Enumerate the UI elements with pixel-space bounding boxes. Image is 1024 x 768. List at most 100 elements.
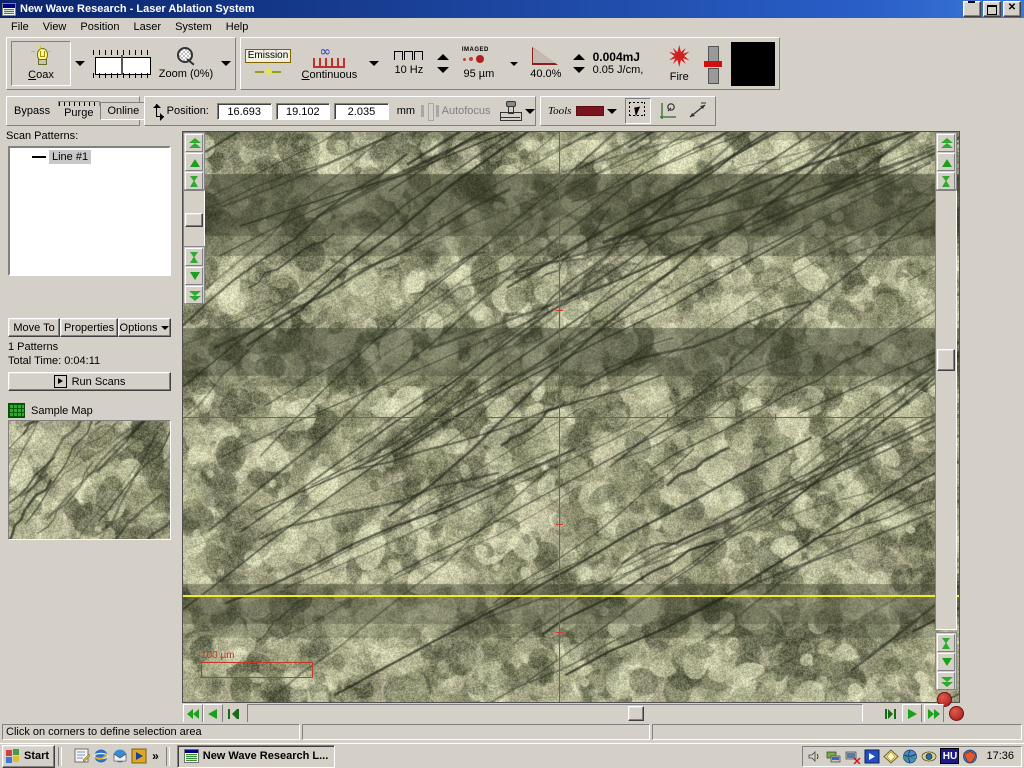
menu-laser[interactable]: Laser	[127, 20, 169, 34]
arrow-down-icon[interactable]	[572, 67, 585, 73]
spot-size-dropdown-button[interactable]	[504, 38, 523, 89]
shield-icon[interactable]	[962, 749, 978, 764]
stage-y-up-button[interactable]	[185, 153, 203, 171]
axis-tool-button[interactable]	[655, 98, 682, 124]
stage-y-up-fast-button[interactable]	[185, 134, 203, 152]
rep-rate-display[interactable]: 10 Hz	[384, 38, 433, 89]
attenuator-icon	[531, 47, 560, 67]
stage-x-track[interactable]	[247, 704, 863, 723]
magnifier-icon	[175, 47, 197, 67]
taskbar-divider-2	[165, 746, 170, 766]
close-button[interactable]: ✕	[1003, 1, 1021, 17]
menu-position[interactable]: Position	[73, 20, 126, 34]
show-desktop-icon[interactable]	[74, 748, 91, 764]
stage-y-thumb[interactable]	[185, 213, 203, 227]
sample-map-thumbnail[interactable]	[8, 420, 171, 540]
run-scans-button[interactable]: Run Scans	[8, 372, 171, 391]
zoom-button[interactable]: Zoom (0%)	[155, 38, 217, 89]
stage-z-up-step-button[interactable]	[937, 172, 955, 190]
online-button[interactable]: Online	[100, 102, 147, 120]
energy-percent-display[interactable]: 40.0%	[523, 38, 569, 89]
focus-dropdown-button[interactable]	[524, 108, 535, 114]
stage-x-thumb[interactable]	[628, 706, 644, 721]
stage-z-track[interactable]	[935, 190, 957, 630]
internet-explorer-icon[interactable]	[93, 748, 109, 764]
status-secondary	[302, 723, 650, 740]
laser-mode-dropdown-button[interactable]	[364, 38, 385, 89]
zoom-dropdown-button[interactable]	[217, 38, 235, 89]
coax-dropdown-button[interactable]	[71, 38, 89, 89]
stage-x-record-button[interactable]	[949, 706, 964, 721]
stage-z-down-button[interactable]	[937, 653, 955, 671]
shutter-state-indicator[interactable]	[699, 38, 727, 89]
menu-help[interactable]: Help	[219, 20, 256, 34]
stage-y-down-step-button[interactable]	[185, 248, 203, 266]
position-y-input[interactable]: 19.102	[275, 102, 331, 120]
minimize-button[interactable]	[963, 1, 981, 17]
stage-y-down-button[interactable]	[185, 267, 203, 285]
stage-x-left-step-button[interactable]	[223, 704, 243, 723]
tool-color-dropdown-button[interactable]	[607, 108, 618, 114]
media-player-icon[interactable]	[131, 748, 147, 764]
maximize-button[interactable]	[983, 1, 1001, 17]
stage-x-left-button[interactable]	[203, 704, 223, 723]
stage-z-down-step-button[interactable]	[937, 634, 955, 652]
stage-z-down-fast-button[interactable]	[937, 672, 955, 690]
outlook-express-icon[interactable]	[112, 748, 128, 764]
stage-y-track-upper[interactable]	[183, 190, 205, 248]
emission-indicator[interactable]: Emission	[241, 38, 295, 89]
quick-launch-overflow[interactable]: »	[152, 749, 159, 763]
stage-x-right-button[interactable]	[902, 704, 922, 723]
aperture-control[interactable]	[89, 38, 155, 89]
arrow-down-icon[interactable]	[437, 67, 450, 73]
start-button[interactable]: Start	[2, 744, 56, 768]
rep-rate-label: 10 Hz	[394, 64, 424, 76]
purge-button[interactable]: Purge	[57, 105, 101, 122]
network-disconnected-icon[interactable]	[845, 749, 861, 764]
taskbar-window-button[interactable]: New Wave Research L...	[176, 744, 336, 768]
fire-button[interactable]: Fire	[659, 38, 699, 89]
media-icon[interactable]	[864, 749, 880, 764]
menu-file[interactable]: File	[4, 20, 36, 34]
arrow-up-icon[interactable]	[437, 54, 450, 60]
stage-z-up-controls	[935, 132, 957, 190]
position-x-input[interactable]: 16.693	[216, 102, 272, 120]
stage-z-up-fast-button[interactable]	[937, 134, 955, 152]
energy-spinner[interactable]	[569, 38, 589, 89]
network-icon[interactable]	[826, 749, 842, 764]
focus-stage-icon[interactable]	[499, 101, 522, 121]
tool-color-swatch[interactable]	[576, 106, 605, 116]
menu-view[interactable]: View	[36, 20, 74, 34]
hu-input-icon[interactable]: HU	[940, 748, 960, 764]
spot-size-display[interactable]: IMAGED 95 µm	[453, 38, 504, 89]
menu-system[interactable]: System	[168, 20, 219, 34]
distance-tool-button[interactable]	[685, 98, 712, 124]
diamond-icon[interactable]	[883, 748, 900, 764]
laser-mode-button[interactable]: ∞ Continuous	[295, 38, 364, 89]
stage-x-right-fast-button[interactable]	[924, 704, 944, 723]
microscope-image[interactable]: 100 µm	[182, 131, 960, 703]
properties-button[interactable]: Properties	[60, 318, 118, 337]
scan-patterns-list[interactable]: Line #1	[8, 146, 171, 276]
move-to-button[interactable]: Move To	[8, 318, 60, 337]
globe-icon[interactable]	[902, 749, 918, 764]
stage-y-down-fast-button[interactable]	[185, 286, 203, 304]
stage-x-left-fast-button[interactable]	[183, 704, 203, 723]
rep-rate-spinner[interactable]	[433, 38, 453, 89]
lightbulb-icon	[30, 46, 52, 68]
options-button[interactable]: Options	[118, 318, 171, 337]
volume-icon[interactable]	[807, 749, 823, 764]
list-item[interactable]: Line #1	[10, 148, 169, 164]
taskbar: Start » New Wave Research L... HU 17:36	[0, 743, 1024, 768]
coax-button[interactable]: Coax	[11, 41, 71, 86]
position-z-input[interactable]: 2.035	[334, 102, 389, 120]
stage-x-right-step-button[interactable]	[880, 704, 900, 723]
stage-z-thumb[interactable]	[937, 349, 955, 371]
stage-z-up-button[interactable]	[937, 153, 955, 171]
stage-y-up-step-button[interactable]	[185, 172, 203, 190]
bypass-button[interactable]: Bypass	[7, 102, 58, 120]
arrow-up-icon[interactable]	[572, 54, 585, 60]
selection-tool-button[interactable]	[625, 98, 652, 124]
eye-icon[interactable]	[921, 749, 937, 764]
chevron-down-icon	[509, 61, 518, 66]
